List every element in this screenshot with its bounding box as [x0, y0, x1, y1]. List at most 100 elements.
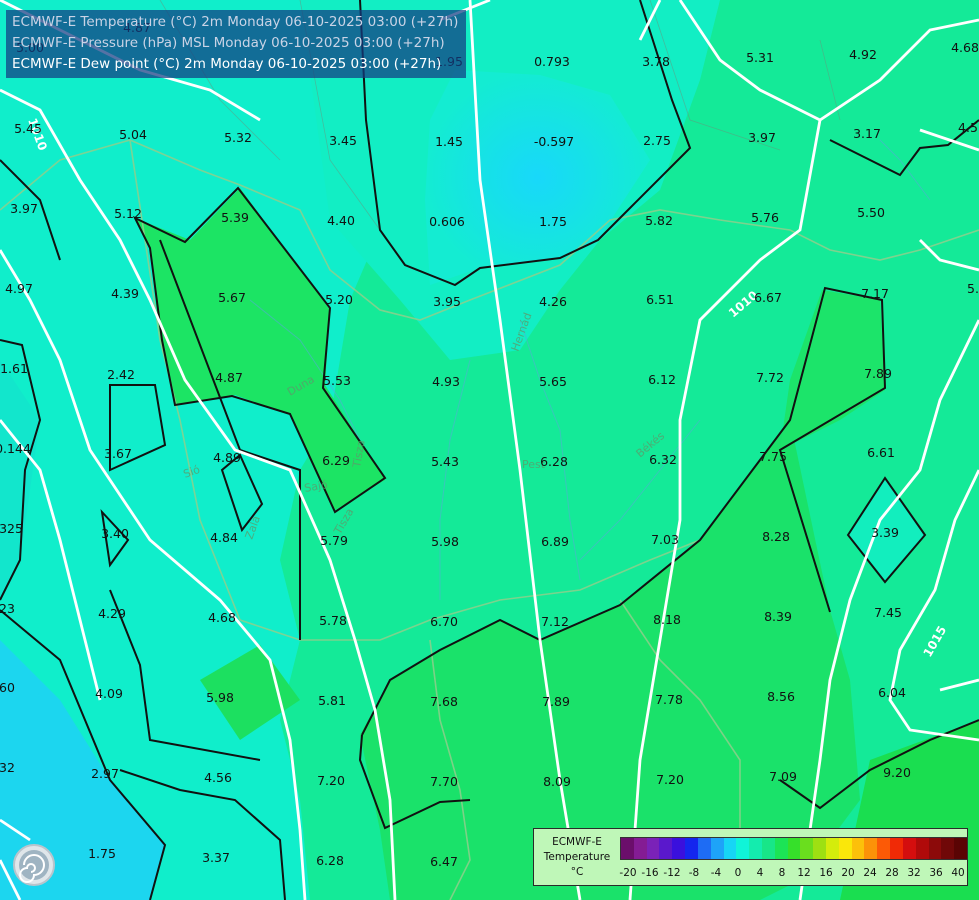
map-value-label: 1.75	[539, 214, 567, 229]
map-value-label: 5.76	[751, 210, 779, 225]
map-value-label: 6.28	[316, 853, 344, 868]
legend-color-cell	[723, 838, 737, 859]
map-title-box: ECMWF-E Temperature (°C) 2m Monday 06-10…	[6, 10, 467, 78]
map-value-label: 5.04	[119, 127, 147, 142]
map-value-label: 5.31	[746, 50, 774, 65]
legend-color-cell	[710, 838, 724, 859]
map-value-label: 5.79	[320, 533, 348, 548]
legend-tick-label: 4	[756, 867, 764, 879]
legend-color-cell	[877, 838, 891, 859]
legend-tick-label: 40	[951, 867, 965, 879]
legend-color-cell	[672, 838, 686, 859]
legend-color-cell	[915, 838, 929, 859]
legend-tick-label: -8	[688, 867, 700, 879]
map-value-label: 5.	[967, 281, 979, 296]
map-value-label: 0.793	[534, 54, 570, 69]
title-pressure[interactable]: ECMWF-E Pressure (hPa) MSL Monday 06-10-…	[12, 33, 458, 54]
map-value-label: 5.65	[539, 374, 567, 389]
map-value-label: 7.20	[656, 772, 684, 787]
map-value-label: 2.75	[643, 133, 671, 148]
legend-color-cell	[954, 838, 967, 859]
map-value-label: 8.09	[543, 774, 571, 789]
map-value-label: 3.17	[853, 126, 881, 141]
map-value-label: 4.56	[204, 770, 232, 785]
legend-color-cell	[890, 838, 903, 859]
map-value-label: 6.47	[430, 854, 458, 869]
legend-color-cell	[941, 838, 955, 859]
legend-tick-label: 12	[797, 867, 811, 879]
map-value-label: 60	[0, 680, 15, 695]
map-value-label: 4.89	[213, 450, 241, 465]
legend-color-cell	[787, 838, 801, 859]
legend-title: ECMWF-E Temperature °C	[540, 835, 614, 880]
map-value-label: 5.50	[857, 205, 885, 220]
legend-unit: °C	[570, 866, 584, 878]
legend-tick-label: 28	[885, 867, 899, 879]
weather-map[interactable]: 1010 1010 1015 Tisza Tisza Zala Sió Sajó…	[0, 0, 979, 900]
map-value-label: 4.5	[958, 120, 978, 135]
map-value-label: 3.95	[433, 294, 461, 309]
map-value-label: 4.09	[95, 686, 123, 701]
legend-tick-label: -12	[663, 867, 681, 879]
map-value-label: 6.32	[649, 452, 677, 467]
map-value-label: 7.78	[655, 692, 683, 707]
legend-tick-label: 0	[734, 867, 742, 879]
legend-tick-label: 20	[841, 867, 855, 879]
map-value-label: 3.39	[871, 525, 899, 540]
map-value-label: 3.40	[101, 526, 129, 541]
legend-tick-label: -4	[710, 867, 722, 879]
map-value-label: 5.39	[221, 210, 249, 225]
legend-tick-labels: -20 -16 -12 -8 -4 0 4 8 12 16 20 24 28 32 36 40	[619, 867, 966, 881]
title-temperature[interactable]: ECMWF-E Temperature (°C) 2m Monday 06-10…	[12, 12, 458, 33]
map-value-label: 5.98	[431, 534, 459, 549]
legend-color-cell	[826, 838, 839, 859]
map-value-label: 6.67	[754, 290, 782, 305]
map-value-label: 6.12	[648, 372, 676, 387]
map-value-label: 1.75	[88, 846, 116, 861]
legend-tick-label: -20	[619, 867, 637, 879]
map-value-label: 7.09	[769, 769, 797, 784]
legend-tick-label: 16	[819, 867, 833, 879]
map-value-label: 32	[0, 760, 15, 775]
map-value-label: 7.12	[541, 614, 569, 629]
legend-color-cell	[813, 838, 826, 859]
legend-color-cell	[800, 838, 814, 859]
map-value-label: 6.04	[878, 685, 906, 700]
map-value-label: 4.29	[98, 606, 126, 621]
legend-tick-label: 36	[929, 867, 943, 879]
legend-tick-label: -16	[641, 867, 659, 879]
legend-color-cell	[851, 838, 865, 859]
map-value-label: 6.28	[540, 454, 568, 469]
legend-color-cell	[633, 838, 647, 859]
legend-color-cell	[749, 838, 762, 859]
legend-color-cell	[685, 838, 698, 859]
map-value-label: 1.45	[435, 134, 463, 149]
legend-model: ECMWF-E	[552, 836, 602, 848]
legend-color-cell	[736, 838, 750, 859]
temperature-legend: ECMWF-E Temperature °C -20 -16 -12 -8 -4 0 4 8 1…	[533, 828, 968, 886]
legend-color-cell	[646, 838, 660, 859]
map-value-label: 1.61	[0, 361, 28, 376]
map-value-label: 5.12	[114, 206, 142, 221]
map-value-label: 8.18	[653, 612, 681, 627]
legend-color-cell	[902, 838, 916, 859]
map-value-label: 3.97	[748, 130, 776, 145]
map-value-label: 5.53	[323, 373, 351, 388]
map-value-label: 5.45	[14, 121, 42, 136]
map-value-label: 4.68	[208, 610, 236, 625]
map-value-label: 6.29	[322, 453, 350, 468]
title-dewpoint[interactable]: ECMWF-E Dew point (°C) 2m Monday 06-10-2…	[12, 54, 458, 75]
legend-color-cell	[761, 838, 775, 859]
map-value-label: 6.51	[646, 292, 674, 307]
map-value-label: 5.43	[431, 454, 459, 469]
legend-color-cell	[928, 838, 942, 859]
map-value-label: 7.70	[430, 774, 458, 789]
map-value-label: 6.89	[541, 534, 569, 549]
legend-variable: Temperature	[543, 851, 611, 863]
legend-color-cell	[838, 838, 852, 859]
map-value-label: 0.144	[0, 441, 31, 456]
legend-tick-label: 8	[778, 867, 786, 879]
legend-color-cell	[864, 838, 878, 859]
map-value-label: 3.37	[202, 850, 230, 865]
legend-color-bar	[620, 837, 968, 860]
